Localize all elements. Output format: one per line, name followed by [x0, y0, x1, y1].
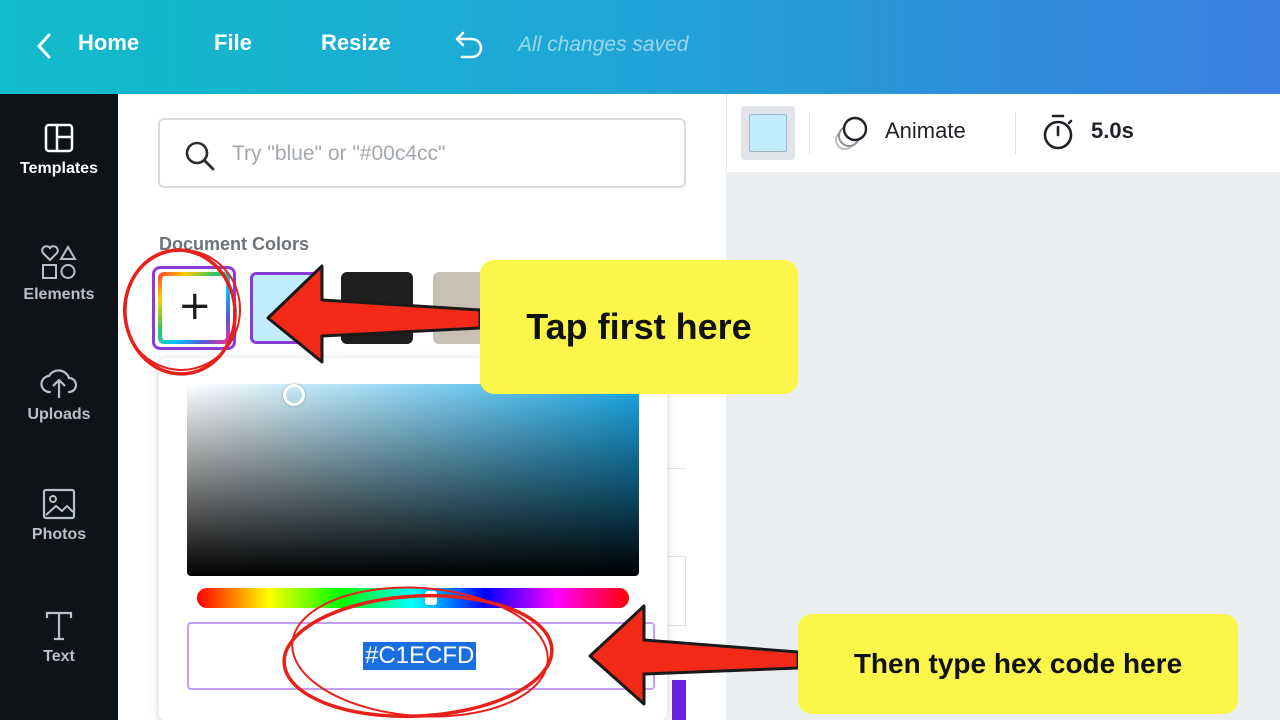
saturation-area[interactable] — [187, 384, 639, 576]
rail-item-elements[interactable]: Elements — [0, 244, 118, 304]
rail-label-photos: Photos — [31, 526, 87, 543]
editor-toolbar: Animate 5.0s — [726, 94, 1280, 172]
hex-value-selected: #C1ECFD — [363, 642, 477, 670]
hue-slider[interactable] — [197, 588, 629, 608]
save-status: All changes saved — [518, 33, 689, 56]
panel-divider — [666, 468, 686, 469]
text-icon — [45, 611, 73, 641]
hue-slider-handle[interactable] — [425, 591, 437, 605]
elements-icon — [41, 245, 77, 279]
rail-item-templates[interactable]: Templates — [0, 122, 118, 178]
rail-item-uploads[interactable]: Uploads — [0, 366, 118, 424]
callout-tap-first: Tap first here — [480, 260, 798, 394]
saturation-handle[interactable] — [283, 384, 305, 406]
undo-icon[interactable] — [450, 30, 486, 60]
chevron-left-icon[interactable] — [36, 33, 52, 59]
rail-label-text: Text — [43, 648, 75, 665]
toolbar-divider — [809, 112, 810, 154]
hex-input[interactable]: #C1ECFD — [187, 622, 655, 690]
upload-cloud-icon — [40, 369, 78, 398]
picker-scroll-edge — [672, 680, 686, 720]
rail-item-text[interactable]: Text — [0, 610, 118, 666]
text-color-button[interactable] — [741, 106, 795, 160]
swatch-light-blue[interactable] — [250, 272, 322, 344]
color-picker-popup: #C1ECFD — [159, 358, 667, 720]
top-bar: Home File Resize All changes saved — [0, 0, 1280, 94]
animate-button[interactable]: Animate — [885, 118, 966, 144]
rail-label-uploads: Uploads — [27, 406, 91, 423]
rail-label-elements: Elements — [23, 286, 95, 303]
document-colors-label: Document Colors — [159, 234, 310, 254]
image-icon — [42, 488, 76, 520]
color-search-input[interactable] — [232, 138, 662, 170]
home-button[interactable]: Home — [78, 30, 139, 56]
animate-icon — [835, 116, 868, 150]
timer-icon — [1043, 114, 1073, 150]
rail-label-templates: Templates — [20, 160, 98, 177]
rail-item-photos[interactable]: Photos — [0, 488, 118, 544]
selected-color-chip — [749, 114, 787, 152]
resize-button[interactable]: Resize — [321, 30, 391, 56]
toolbar-divider — [1015, 112, 1016, 154]
add-color-button[interactable]: + — [158, 272, 230, 344]
plus-icon: + — [178, 283, 212, 329]
search-icon — [185, 141, 215, 171]
panel-field-edge — [666, 556, 686, 626]
templates-icon — [44, 123, 74, 153]
file-menu[interactable]: File — [214, 30, 252, 56]
swatch-black[interactable] — [341, 272, 413, 344]
color-search[interactable] — [158, 118, 686, 188]
callout-type-hex: Then type hex code here — [798, 614, 1238, 714]
duration-button[interactable]: 5.0s — [1091, 118, 1134, 144]
side-rail: Templates Elements Uploads Photos Text — [0, 94, 118, 720]
